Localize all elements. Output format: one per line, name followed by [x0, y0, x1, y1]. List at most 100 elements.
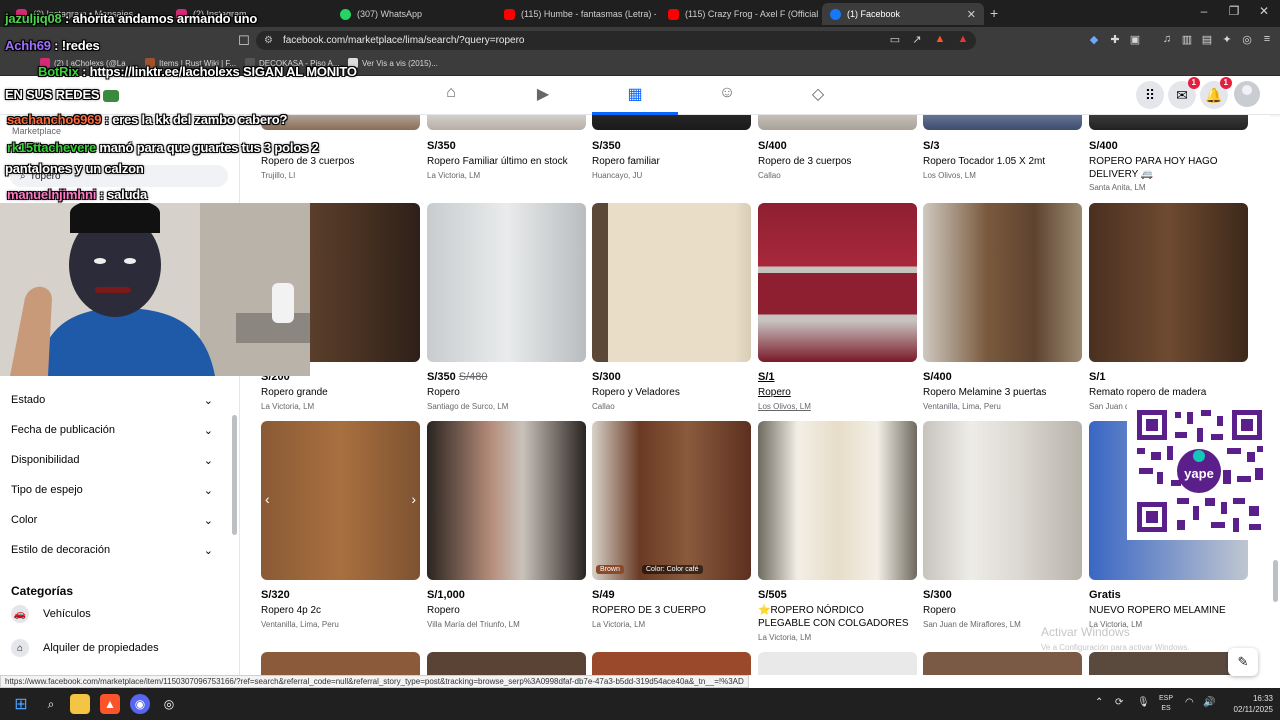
- windows-start-icon[interactable]: ⊞: [11, 694, 31, 714]
- tab-facebook[interactable]: (1) Facebook ✕: [822, 3, 984, 25]
- wallet-icon[interactable]: ▤: [1200, 33, 1214, 46]
- listing-location: La Victoria, LM: [758, 633, 812, 642]
- carousel-next-icon[interactable]: ›: [411, 491, 416, 507]
- carousel-prev-icon[interactable]: ‹: [265, 491, 270, 507]
- url-input[interactable]: ⚙ facebook.com/marketplace/lima/search/?…: [256, 31, 976, 50]
- tab-youtube-crazy-frog[interactable]: (115) Crazy Frog - Axel F (Official Vid: [660, 3, 820, 25]
- filter-estado[interactable]: Estado ⌄: [0, 386, 225, 414]
- listing-image[interactable]: [261, 652, 420, 675]
- chat-text: ahorita andamos armando uno: [72, 11, 258, 26]
- extensions-icon[interactable]: ✚: [1108, 33, 1122, 46]
- sidebar-toggle-icon[interactable]: ▥: [1180, 33, 1194, 46]
- listing-location: La Victoria, LM: [261, 402, 315, 411]
- listing-image[interactable]: [758, 115, 917, 130]
- lang-sub: ES: [1161, 705, 1171, 712]
- chat-message: sachancho6969 : eres la kk del zambo cab…: [7, 112, 287, 127]
- tab-youtube-humbe[interactable]: (115) Humbe - fantasmas (Letra) - Yo: [496, 3, 656, 25]
- main-scrollbar[interactable]: [1273, 560, 1278, 602]
- bookmark-item[interactable]: Ver Vis a vis (2015)...: [348, 58, 438, 68]
- listing-image[interactable]: [758, 421, 917, 580]
- category-vehiculos[interactable]: 🚗 Vehículos: [11, 603, 91, 625]
- listing-image[interactable]: [923, 115, 1082, 130]
- close-tab-icon[interactable]: ✕: [967, 8, 976, 21]
- clock[interactable]: 16:33 02/11/2025: [1223, 693, 1273, 715]
- close-window-icon[interactable]: ✕: [1254, 4, 1274, 18]
- restore-icon[interactable]: ❐: [1224, 4, 1244, 18]
- listing-price: S/400: [1089, 140, 1118, 152]
- microphone-icon[interactable]: 🎙: [1137, 697, 1150, 708]
- listing-price: S/350 S/480: [427, 371, 488, 383]
- messenger-button[interactable]: ✉ 1: [1168, 77, 1200, 109]
- listing-location: Ventanilla, Lima, Peru: [923, 402, 1001, 411]
- youtube-icon: [504, 8, 515, 20]
- tab-whatsapp[interactable]: (307) WhatsApp: [332, 3, 492, 25]
- listing-image[interactable]: [427, 421, 586, 580]
- vpn-icon[interactable]: ◎: [1240, 33, 1254, 46]
- listing-image[interactable]: Brown Color: Color café: [592, 421, 751, 580]
- site-settings-icon[interactable]: ⚙: [264, 35, 273, 46]
- listing-image[interactable]: [592, 652, 751, 675]
- listing-image[interactable]: [427, 115, 586, 130]
- listing-image[interactable]: [1089, 652, 1248, 675]
- menu-icon[interactable]: ≡: [1260, 33, 1274, 45]
- chat-separator: :: [50, 38, 62, 53]
- leo-ai-icon[interactable]: ✦: [1220, 33, 1234, 46]
- new-tab-icon[interactable]: +: [990, 5, 998, 21]
- chat-message: manuelnjimhni : saluda: [7, 187, 147, 202]
- screenshot-icon[interactable]: ▣: [1128, 33, 1142, 46]
- bookmark-icon[interactable]: ☐: [236, 33, 252, 49]
- filter-fecha[interactable]: Fecha de publicación ⌄: [0, 416, 225, 444]
- cast-icon[interactable]: ▭: [888, 33, 902, 46]
- avatar[interactable]: [1234, 81, 1260, 107]
- discord-icon[interactable]: ◉: [130, 694, 150, 714]
- filter-color[interactable]: Color ⌄: [0, 506, 225, 534]
- facebook-header: ⌂ ▶ ▦ ☺ ◇ ⠿ ✉ 1 🔔 1: [0, 76, 1280, 115]
- listing-title: Ropero familiar: [592, 156, 660, 167]
- obs-icon[interactable]: ◎: [159, 694, 179, 714]
- language-indicator[interactable]: ESP ES: [1159, 694, 1173, 714]
- media-icon[interactable]: ♫: [1160, 33, 1174, 45]
- minimize-icon[interactable]: –: [1194, 4, 1214, 18]
- listing-image[interactable]: [592, 115, 751, 130]
- listing-image[interactable]: [923, 203, 1082, 362]
- chat-username: BotRix: [38, 64, 79, 79]
- groups-icon[interactable]: ☺: [715, 84, 739, 106]
- gaming-icon[interactable]: ◇: [806, 84, 830, 106]
- filter-disponibilidad[interactable]: Disponibilidad ⌄: [0, 446, 225, 474]
- tray-overflow-icon[interactable]: ⌃: [1095, 697, 1103, 708]
- volume-icon[interactable]: 🔊: [1203, 697, 1215, 708]
- listing-image[interactable]: [1089, 115, 1248, 130]
- brave-icon[interactable]: ▲: [100, 694, 120, 714]
- translate-icon[interactable]: ◆: [1087, 33, 1101, 46]
- listing-image[interactable]: [427, 203, 586, 362]
- network-icon[interactable]: ⟳: [1115, 697, 1123, 708]
- menu-grid-button[interactable]: ⠿: [1136, 81, 1164, 109]
- filter-tipo-espejo[interactable]: Tipo de espejo ⌄: [0, 476, 225, 504]
- category-alquiler[interactable]: ⌂ Alquiler de propiedades: [11, 637, 159, 659]
- home-icon[interactable]: ⌂: [439, 84, 463, 106]
- listing-image[interactable]: [758, 652, 917, 675]
- notifications-button[interactable]: 🔔 1: [1200, 77, 1232, 109]
- chevron-down-icon: ⌄: [203, 544, 213, 557]
- emote-icon: [103, 89, 120, 102]
- chat-username: sachancho6969: [7, 112, 102, 127]
- compose-button[interactable]: ✎: [1228, 648, 1258, 676]
- share-icon[interactable]: ↗: [910, 33, 924, 46]
- brave-rewards-icon[interactable]: ▲: [956, 33, 970, 45]
- listing-image[interactable]: ‹ ›: [261, 421, 420, 580]
- marketplace-icon[interactable]: ▦: [623, 84, 647, 106]
- search-icon[interactable]: ⌕: [41, 694, 61, 714]
- video-icon[interactable]: ▶: [531, 84, 555, 106]
- listing-image[interactable]: [427, 652, 586, 675]
- filter-estilo[interactable]: Estilo de decoración ⌄: [0, 536, 225, 564]
- brave-shield-icon[interactable]: ▲: [933, 33, 947, 45]
- listing-title: ROPERO PARA HOY HAGO DELIVERY 🚐: [1089, 156, 1218, 180]
- sidebar-scrollbar[interactable]: [232, 415, 237, 535]
- listing-image[interactable]: [923, 421, 1082, 580]
- listing-image[interactable]: [923, 652, 1082, 675]
- wifi-icon[interactable]: ◠: [1185, 697, 1194, 708]
- file-explorer-icon[interactable]: [70, 694, 90, 714]
- listing-image[interactable]: [1089, 203, 1248, 362]
- listing-image[interactable]: [592, 203, 751, 362]
- listing-image[interactable]: [758, 203, 917, 362]
